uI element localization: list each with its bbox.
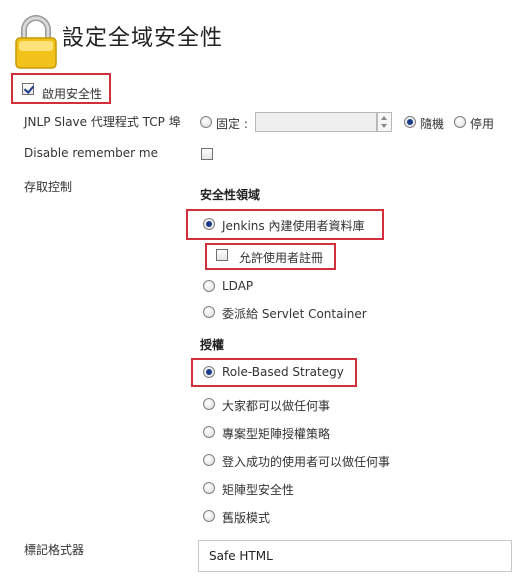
realm-ldap-radio[interactable] xyxy=(203,280,215,292)
markup-formatter-label: 標記格式器 xyxy=(24,543,85,557)
remember-me-checkbox[interactable] xyxy=(201,148,213,160)
jnlp-random-label: 隨機 xyxy=(420,117,445,131)
jnlp-disable-label: 停用 xyxy=(470,117,495,131)
auth-matrix-radio[interactable] xyxy=(203,482,215,494)
auth-logged-in-label: 登入成功的使用者可以做任何事 xyxy=(222,455,391,469)
jnlp-random-radio[interactable] xyxy=(404,116,416,128)
lock-icon xyxy=(12,12,60,72)
jnlp-fixed-radio[interactable] xyxy=(200,116,212,128)
auth-project-matrix-radio[interactable] xyxy=(203,426,215,438)
auth-matrix-label: 矩陣型安全性 xyxy=(222,483,295,497)
realm-servlet-radio[interactable] xyxy=(203,306,215,318)
jnlp-fixed-label: 固定 : xyxy=(216,117,248,131)
access-control-label: 存取控制 xyxy=(24,180,73,194)
security-realm-heading: 安全性領域 xyxy=(200,188,261,202)
auth-legacy-radio[interactable] xyxy=(203,510,215,522)
auth-logged-in-radio[interactable] xyxy=(203,454,215,466)
auth-anyone-label: 大家都可以做任何事 xyxy=(222,399,331,413)
auth-legacy-label: 舊版模式 xyxy=(222,511,271,525)
authorization-heading: 授權 xyxy=(200,338,225,352)
allow-signup-checkbox[interactable] xyxy=(216,249,228,261)
markup-formatter-value: Safe HTML xyxy=(209,549,273,563)
jnlp-port-input[interactable] xyxy=(255,112,377,132)
realm-servlet-label: 委派給 Servlet Container xyxy=(222,307,367,321)
enable-security-label: 啟用安全性 xyxy=(42,87,103,101)
auth-anyone-radio[interactable] xyxy=(203,398,215,410)
auth-role-based-label: Role-Based Strategy xyxy=(222,365,344,379)
auth-role-based-radio[interactable] xyxy=(203,366,215,378)
auth-project-matrix-label: 專案型矩陣授權策略 xyxy=(222,427,331,441)
realm-ldap-label: LDAP xyxy=(222,279,254,293)
jnlp-port-label: JNLP Slave 代理程式 TCP 埠 xyxy=(24,115,181,129)
jnlp-disable-radio[interactable] xyxy=(454,116,466,128)
allow-signup-label: 允許使用者註冊 xyxy=(239,251,324,265)
realm-jenkins-db-label: Jenkins 內建使用者資料庫 xyxy=(222,219,365,233)
remember-me-label: Disable remember me xyxy=(24,146,158,160)
stepper-up-icon[interactable] xyxy=(381,116,387,120)
enable-security-checkbox[interactable] xyxy=(22,83,34,95)
markup-formatter-select[interactable]: Safe HTML xyxy=(198,540,512,572)
port-stepper[interactable] xyxy=(377,112,392,132)
page-title: 設定全域安全性 xyxy=(62,26,224,51)
realm-jenkins-db-radio[interactable] xyxy=(203,218,215,230)
stepper-down-icon[interactable] xyxy=(381,124,387,128)
